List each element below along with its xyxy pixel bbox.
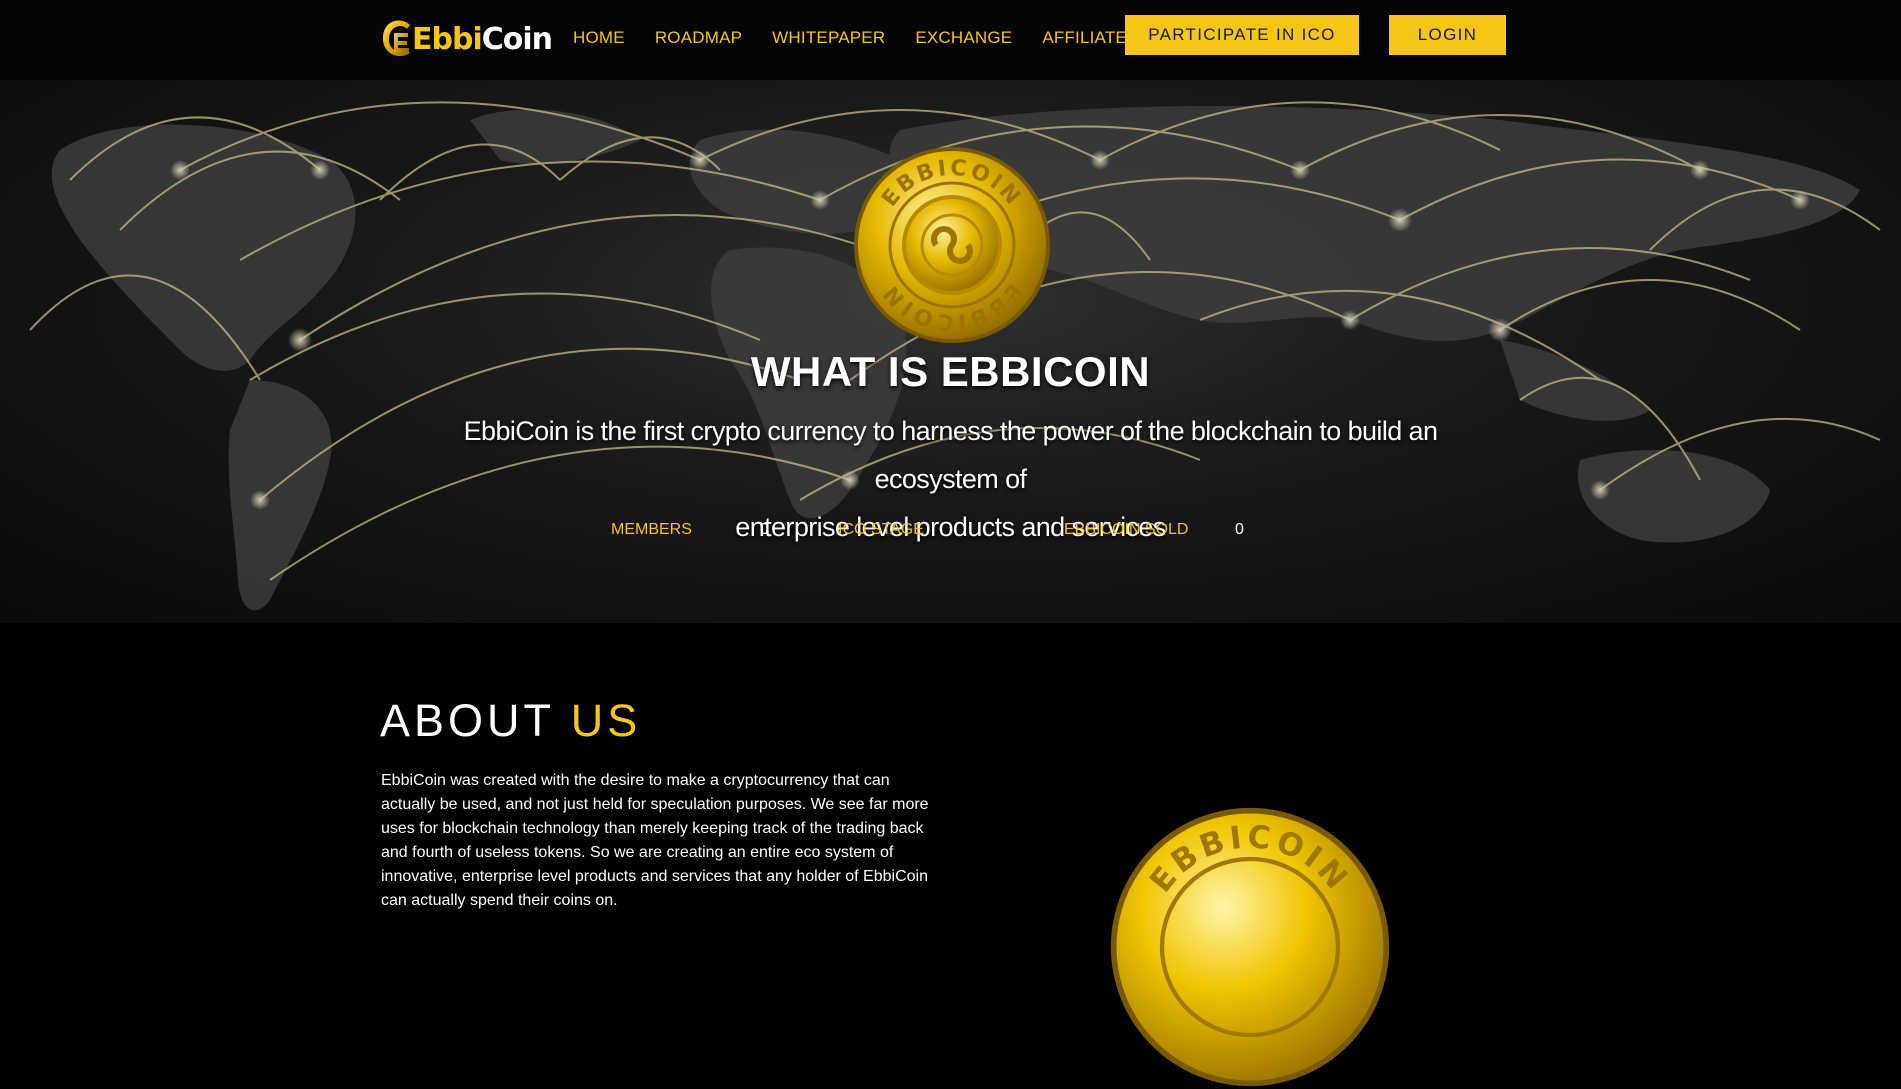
ebbicoin-logo[interactable]: EbbiCoin	[380, 13, 553, 65]
hero-subtitle: EbbiCoin is the first crypto currency to…	[400, 407, 1501, 551]
about-coin-icon: EBBICOIN	[1110, 807, 1390, 1087]
logo-text: EbbiCoin	[412, 21, 553, 57]
about-heading-part1: ABOUT	[380, 695, 555, 746]
logo-text-coin: Coin	[481, 21, 553, 57]
nav-whitepaper-link[interactable]: WHITEPAPER	[772, 28, 885, 48]
about-line: innovative, enterprise level products an…	[381, 868, 928, 885]
about-line: actually be used, and not just held for …	[381, 796, 929, 813]
hero-title: WHAT IS EBBICOIN	[750, 348, 1151, 395]
about-line: uses for blockchain technology than mere…	[381, 820, 924, 837]
members-label: MEMBERS	[611, 521, 692, 538]
participate-in-ico-button[interactable]: PARTICIPATE IN ICO	[1125, 15, 1359, 55]
about-line: can actually spend their coins on.	[381, 892, 618, 909]
nav-home-link[interactable]: HOME	[573, 28, 625, 48]
top-navbar: EbbiCoin HOME ROADMAP WHITEPAPER EXCHANG…	[0, 0, 1901, 80]
about-heading-part2: US	[570, 695, 642, 746]
nav-roadmap-link[interactable]: ROADMAP	[655, 28, 742, 48]
ebbicoin-coin-icon: EBBICOIN EBBICOIN	[854, 147, 1050, 343]
members-value: 0	[760, 521, 769, 538]
logo-text-ebbi: Ebbi	[412, 21, 483, 57]
ebbicoin-sold-label: EBBICOIN SOLD	[1064, 521, 1189, 538]
logo-mark-icon	[382, 20, 410, 57]
nav-affiliate-link[interactable]: AFFILIATE	[1042, 28, 1127, 48]
about-line: and fourth of useless tokens. So we are …	[381, 844, 894, 861]
hero-subtitle-line-2: enterprise level products and services	[735, 512, 1166, 542]
ebbicoin-sold-value: 0	[1235, 521, 1244, 538]
login-button[interactable]: LOGIN	[1389, 15, 1506, 55]
about-us-heading: ABOUT US	[380, 695, 641, 747]
ico-stage-label: ICO STAGE	[838, 521, 924, 538]
hero-section: EBBICOIN EBBICOIN WHAT IS EBBICOIN EbbiC…	[0, 80, 1901, 623]
about-us-text: EbbiCoin was created with the desire to …	[381, 769, 941, 913]
nav-exchange-link[interactable]: EXCHANGE	[915, 28, 1012, 48]
about-line: EbbiCoin was created with the desire to …	[381, 772, 890, 789]
main-menu: HOME ROADMAP WHITEPAPER EXCHANGE AFFILIA…	[573, 28, 1157, 48]
hero-subtitle-line-1: EbbiCoin is the first crypto currency to…	[463, 416, 1438, 494]
